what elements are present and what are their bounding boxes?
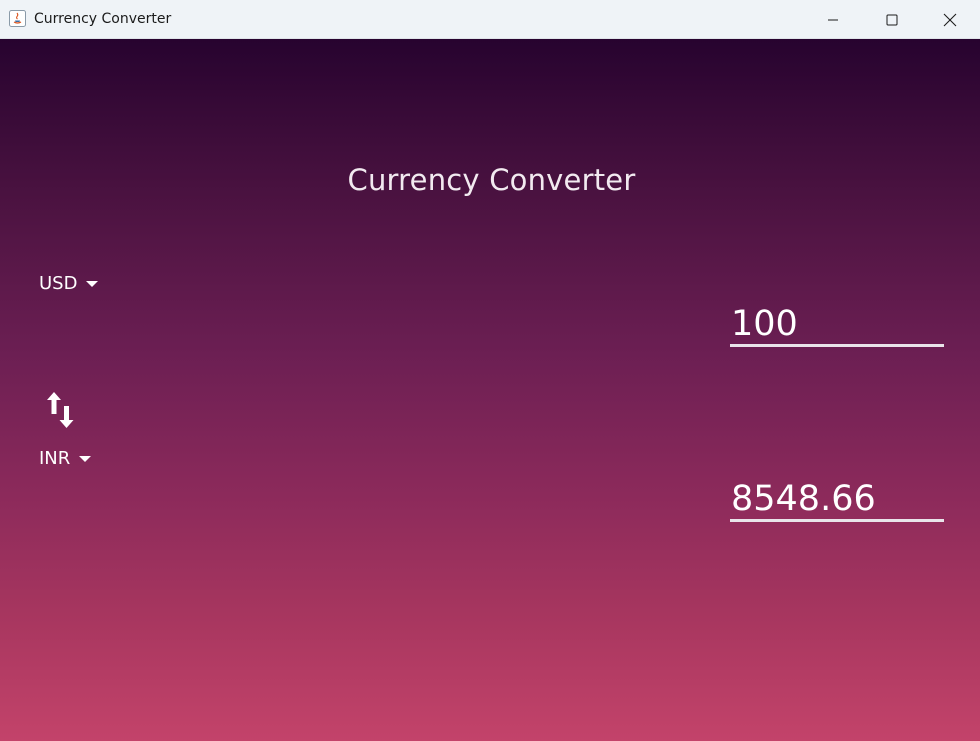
maximize-button[interactable] (863, 0, 921, 39)
minimize-icon (828, 19, 838, 20)
title-bar[interactable]: Currency Converter (0, 0, 980, 39)
app-window: Currency Converter Currency Converter US… (0, 0, 980, 741)
converter-panel: Currency Converter USD 100 INR 8548.66 (0, 39, 980, 741)
window-title: Currency Converter (34, 11, 172, 27)
from-amount-value: 100 (731, 304, 798, 344)
from-amount-input[interactable]: 100 (730, 304, 944, 347)
from-currency-label: USD (39, 273, 78, 294)
swap-vertical-icon[interactable] (46, 392, 78, 430)
chevron-down-icon (79, 455, 92, 462)
chevron-down-icon (86, 280, 99, 287)
to-amount-value: 8548.66 (731, 479, 876, 519)
page-title: Currency Converter (347, 163, 636, 197)
to-currency-dropdown[interactable]: INR (39, 448, 92, 469)
java-app-icon (9, 10, 26, 27)
maximize-icon (886, 14, 898, 25)
close-button[interactable] (921, 0, 979, 39)
minimize-button[interactable] (804, 0, 862, 39)
to-amount-input[interactable]: 8548.66 (730, 479, 944, 522)
from-currency-dropdown[interactable]: USD (39, 273, 99, 294)
to-currency-label: INR (39, 448, 71, 469)
close-icon (943, 13, 957, 26)
